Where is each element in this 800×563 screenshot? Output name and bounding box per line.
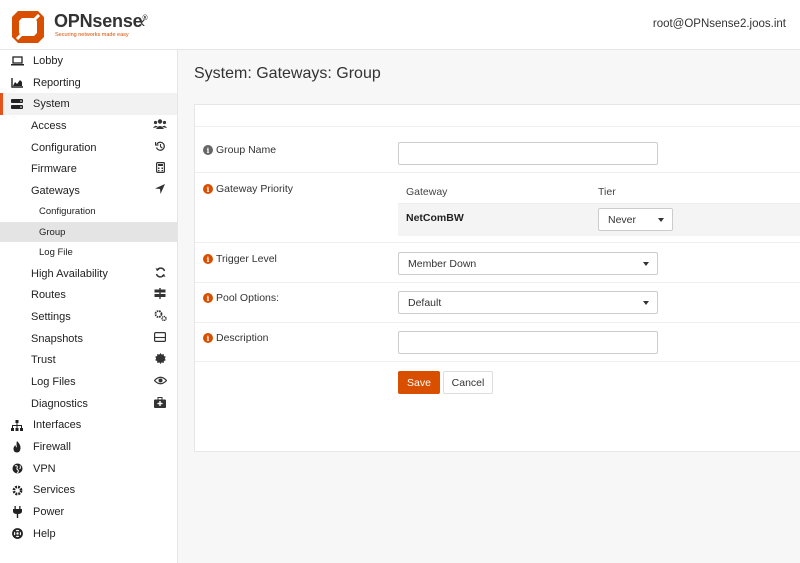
info-icon[interactable]: i (203, 333, 213, 343)
medkit-icon (153, 396, 167, 411)
sidebar-item-help[interactable]: Help (0, 523, 177, 545)
gateway-priority-label: i Gateway Priority (203, 183, 293, 195)
opnsense-logo-icon[interactable] (10, 9, 46, 45)
sidebar-item-interfaces[interactable]: Interfaces (0, 415, 177, 437)
certificate-icon (153, 353, 167, 367)
table-row: NetComBW Never (398, 204, 800, 236)
sidebar: Lobby Reporting System Access Configurat… (0, 50, 178, 563)
area-chart-icon (10, 77, 24, 88)
sidebar-item-power[interactable]: Power (0, 501, 177, 523)
sidebar-item-diagnostics[interactable]: Diagnostics (0, 392, 177, 415)
row-divider (195, 322, 800, 323)
group-name-input[interactable] (398, 142, 658, 165)
sidebar-item-gateways-configuration[interactable]: Configuration (0, 201, 177, 223)
cancel-button[interactable]: Cancel (443, 371, 493, 394)
info-icon[interactable]: i (203, 145, 213, 155)
sitemap-icon (10, 419, 24, 431)
sidebar-item-routes[interactable]: Routes (0, 284, 177, 307)
gateway-name-cell: NetComBW (406, 212, 464, 224)
trigger-level-select[interactable]: Member Down (398, 252, 658, 275)
sidebar-item-settings[interactable]: Settings (0, 306, 177, 328)
sidebar-item-vpn[interactable]: VPN (0, 458, 177, 480)
laptop-icon (10, 56, 24, 66)
users-icon (153, 119, 167, 132)
sidebar-item-high-availability[interactable]: High Availability (0, 262, 177, 285)
column-header-tier: Tier (598, 186, 616, 198)
globe-icon (10, 463, 24, 474)
brand-tagline: Securing networks made easy (55, 32, 129, 38)
description-label: i Description (203, 332, 269, 344)
tier-select[interactable]: Never (598, 208, 673, 231)
hdd-icon (153, 332, 167, 345)
caret-down-icon (658, 218, 664, 222)
sidebar-item-firmware[interactable]: Firmware (0, 158, 177, 181)
calculator-icon (153, 162, 167, 176)
sidebar-item-configuration[interactable]: Configuration (0, 136, 177, 159)
table-header: Gateway Tier (398, 178, 800, 204)
life-ring-icon (10, 528, 24, 540)
map-signs-icon (153, 288, 167, 302)
main-content: System: Gateways: Group i Group Name i G… (178, 50, 800, 563)
sidebar-item-services[interactable]: Services (0, 480, 177, 502)
group-name-label: i Group Name (203, 144, 276, 156)
history-icon (153, 141, 167, 155)
cogs-icon (153, 310, 167, 324)
caret-down-icon (643, 262, 649, 266)
info-icon[interactable]: i (203, 184, 213, 194)
brand-name: OPNsense® (54, 11, 148, 31)
plug-icon (10, 506, 24, 519)
row-divider (195, 172, 800, 173)
sidebar-item-firewall[interactable]: Firewall (0, 436, 177, 458)
chevron-left-icon[interactable]: ‹ (140, 14, 145, 32)
info-icon[interactable]: i (203, 293, 213, 303)
sidebar-item-system[interactable]: System (3, 93, 177, 116)
pool-options-select[interactable]: Default (398, 291, 658, 314)
sidebar-system-group: System (0, 93, 177, 116)
eye-icon (153, 376, 167, 388)
save-button[interactable]: Save (398, 371, 440, 394)
sidebar-item-access[interactable]: Access (0, 115, 177, 137)
sidebar-item-reporting[interactable]: Reporting (0, 72, 177, 94)
gear-icon (10, 485, 24, 496)
user-account[interactable]: root@OPNsense2.joos.int (653, 18, 786, 30)
sidebar-item-log-files[interactable]: Log Files (0, 371, 177, 393)
info-icon[interactable]: i (203, 254, 213, 264)
server-icon (10, 99, 24, 110)
row-divider (195, 361, 800, 362)
refresh-icon (153, 266, 167, 281)
fire-icon (10, 441, 24, 453)
sidebar-item-trust[interactable]: Trust (0, 349, 177, 372)
sidebar-item-gateways-group[interactable]: Group (0, 222, 177, 243)
sidebar-item-lobby[interactable]: Lobby (0, 50, 177, 72)
description-input[interactable] (398, 331, 658, 354)
location-arrow-icon (153, 184, 167, 197)
caret-down-icon (643, 301, 649, 305)
pool-options-label: i Pool Options: (203, 292, 279, 304)
page-title: System: Gateways: Group (194, 65, 381, 82)
sidebar-item-gateways-log-file[interactable]: Log File (0, 242, 177, 263)
gateway-priority-table: Gateway Tier NetComBW Never (398, 178, 800, 236)
sidebar-item-gateways[interactable]: Gateways (0, 180, 177, 202)
row-divider (195, 282, 800, 283)
form-header-strip (195, 105, 800, 127)
gateway-group-form: i Group Name i Gateway Priority Gateway … (194, 104, 800, 452)
column-header-gateway: Gateway (406, 186, 448, 198)
row-divider (195, 242, 800, 243)
sidebar-item-snapshots[interactable]: Snapshots (0, 327, 177, 350)
top-bar: OPNsense® Securing networks made easy ‹ … (0, 0, 800, 50)
trigger-level-label: i Trigger Level (203, 253, 277, 265)
